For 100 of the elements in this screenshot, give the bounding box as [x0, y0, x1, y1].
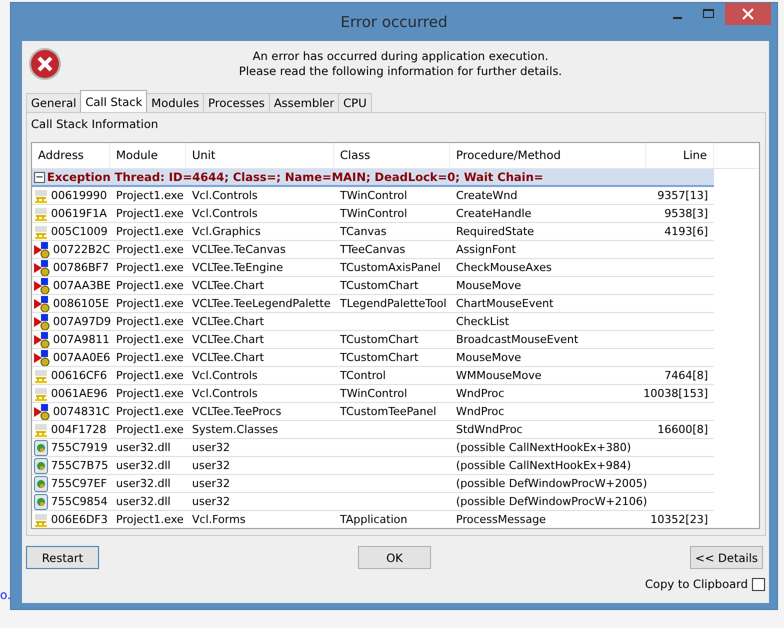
method-icon: [34, 242, 50, 258]
table-cell: VCLTee.TeeProcs: [192, 405, 282, 418]
table-cell: 9538[3]: [664, 207, 708, 220]
library-icon: [34, 440, 48, 456]
table-cell: Vcl.Controls: [192, 387, 258, 400]
error-message: An error has occurred during application execution.: [252, 49, 548, 64]
checkbox-label: Copy to Clipboard: [645, 577, 748, 591]
method-icon: [34, 350, 50, 366]
table-cell: 10352[23]: [650, 513, 708, 526]
column-header[interactable]: Class: [334, 143, 450, 168]
table-cell: TCanvas: [340, 225, 386, 238]
table-cell: CheckList: [456, 315, 510, 328]
table-cell: TWinControl: [340, 207, 408, 220]
table-cell: TControl: [340, 369, 386, 382]
table-cell: Project1.exe: [116, 333, 184, 346]
table-cell: 755C7B75: [51, 459, 108, 472]
column-header[interactable]: Module: [110, 143, 186, 168]
thread-label: Exception Thread: ID=4644; Class=; Name=MAIN; DeadLock=0; Wait Chain=: [47, 170, 544, 184]
column-header[interactable]: Unit: [186, 143, 334, 168]
background-text: o.: [0, 588, 11, 602]
table-cell: WMMouseMove: [456, 369, 542, 382]
tab[interactable]: CPU: [338, 93, 372, 112]
table-cell: 7464[8]: [664, 369, 708, 382]
table-cell: 9357[13]: [657, 189, 708, 202]
table-cell: 006E6DF3: [51, 513, 108, 526]
table-cell: Project1.exe: [116, 423, 184, 436]
table-cell: 755C97EF: [51, 477, 107, 490]
table-cell: 00619F1A: [51, 207, 107, 220]
table-cell: 007A9811: [53, 333, 110, 346]
table-cell: (possible DefWindowProcW+2005): [456, 477, 648, 490]
table-cell: VCLTee.TeEngine: [192, 261, 284, 274]
table-cell: RequiredState: [456, 225, 534, 238]
table-cell: TCustomAxisPanel: [340, 261, 441, 274]
table-cell: (possible CallNextHookEx+380): [456, 441, 632, 454]
table-cell: user32: [192, 477, 230, 490]
table-cell: MouseMove: [456, 279, 522, 292]
table-cell: VCLTee.TeeLegendPalette: [192, 297, 331, 310]
table-cell: 0086105E: [53, 297, 109, 310]
restart-button[interactable]: Restart: [26, 546, 99, 569]
table-cell: 007AA3BE: [53, 279, 111, 292]
table-cell: 4193[6]: [664, 225, 708, 238]
table-cell: Vcl.Controls: [192, 207, 258, 220]
table-cell: Project1.exe: [116, 351, 184, 364]
table-cell: TCustomChart: [340, 333, 418, 346]
method-icon: [34, 314, 50, 330]
table-cell: 0061AE96: [51, 387, 108, 400]
tab[interactable]: Assembler: [268, 93, 340, 112]
tab[interactable]: Call Stack: [80, 90, 148, 112]
table-cell: Project1.exe: [116, 369, 184, 382]
minimize-icon: [672, 16, 682, 18]
table-cell: Project1.exe: [116, 279, 184, 292]
table-cell: TWinControl: [340, 189, 408, 202]
table-cell: Project1.exe: [116, 405, 184, 418]
method-icon: [34, 296, 50, 312]
table-cell: 0074831C: [53, 405, 110, 418]
table-cell: 755C7919: [51, 441, 108, 454]
table-cell: 16600[8]: [657, 423, 708, 436]
table-cell: Project1.exe: [116, 297, 184, 310]
table-cell: user32.dll: [116, 477, 171, 490]
error-message: Please read the following information for further details.: [238, 64, 562, 79]
table-cell: user32: [192, 459, 230, 472]
table-cell: Project1.exe: [116, 513, 184, 526]
table-cell: AssignFont: [456, 243, 516, 256]
column-header[interactable]: Procedure/Method: [450, 143, 646, 168]
tab[interactable]: Processes: [203, 93, 270, 112]
close-button[interactable]: [725, 3, 771, 25]
tab[interactable]: Modules: [146, 93, 204, 112]
method-icon: [34, 278, 50, 294]
table-cell: Vcl.Controls: [192, 189, 258, 202]
table-cell: Project1.exe: [116, 387, 184, 400]
table-cell: VCLTee.Chart: [192, 279, 264, 292]
details-button[interactable]: << Details: [690, 546, 763, 569]
section-title: Call Stack Information: [31, 117, 160, 131]
table-cell: 007A97D9: [53, 315, 111, 328]
column-header[interactable]: Address: [32, 143, 110, 168]
table-cell: Project1.exe: [116, 315, 184, 328]
table-cell: TTeeCanvas: [340, 243, 406, 256]
table-cell: Vcl.Forms: [192, 513, 246, 526]
table-cell: user32.dll: [116, 441, 171, 454]
table-cell: Project1.exe: [116, 225, 184, 238]
table-cell: user32: [192, 495, 230, 508]
tab[interactable]: General: [26, 93, 82, 112]
method-icon: [34, 404, 50, 420]
table-cell: Vcl.Graphics: [192, 225, 261, 238]
method-icon: [34, 260, 50, 276]
collapse-toggle[interactable]: −: [34, 172, 45, 182]
library-icon: [34, 476, 48, 492]
table-cell: (possible DefWindowProcW+2106): [456, 495, 648, 508]
column-header[interactable]: Line: [646, 143, 714, 168]
table-cell: CheckMouseAxes: [456, 261, 552, 274]
table-cell: CreateWnd: [456, 189, 518, 202]
ok-button[interactable]: OK: [358, 546, 431, 569]
copy-checkbox[interactable]: [752, 578, 765, 590]
method-icon: [34, 332, 50, 348]
table-cell: StdWndProc: [456, 423, 523, 436]
table-cell: Project1.exe: [116, 207, 184, 220]
table-cell: CreateHandle: [456, 207, 532, 220]
table-cell: System.Classes: [192, 423, 278, 436]
table-cell: VCLTee.Chart: [192, 315, 264, 328]
library-icon: [34, 458, 48, 474]
